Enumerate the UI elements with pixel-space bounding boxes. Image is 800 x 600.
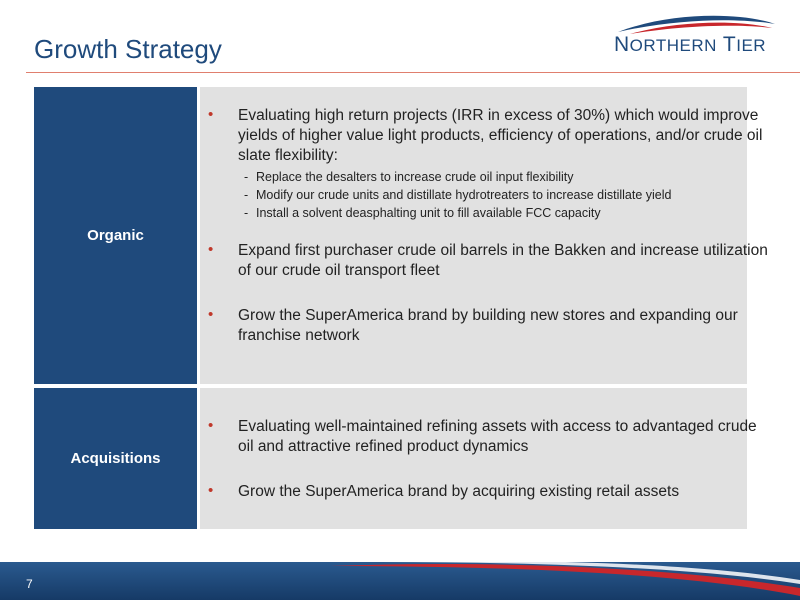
table-row-organic: Organic • Evaluating high return project… (34, 87, 768, 384)
list-item: • Grow the SuperAmerica brand by acquiri… (208, 482, 770, 502)
logo-letter-t: T (722, 33, 737, 56)
bullet-text: Evaluating high return projects (IRR in … (238, 107, 763, 164)
sub-list-item: - Install a solvent deasphalting unit to … (238, 204, 770, 222)
sub-bullet-text: Modify our crude units and distillate hy… (256, 188, 672, 202)
dash-icon: - (244, 188, 249, 202)
title-divider (26, 72, 800, 73)
bullet-text: Grow the SuperAmerica brand by building … (238, 307, 738, 344)
logo-word-orthern: ORTHERN (629, 36, 717, 55)
table-row-acquisitions: Acquisitions • Evaluating well-maintaine… (34, 388, 757, 529)
logo-word-ier: IER (736, 36, 767, 55)
bullet-text: Expand first purchaser crude oil barrels… (238, 242, 768, 279)
list-item: • Evaluating well-maintained refining as… (208, 417, 770, 457)
page-number: 7 (26, 577, 33, 591)
list-item: • Expand first purchaser crude oil barre… (208, 241, 770, 281)
row-content-organic: • Evaluating high return projects (IRR i… (200, 87, 768, 384)
sub-bullet-list: - Replace the desalters to increase crude… (238, 168, 770, 222)
row-content-acquisitions: • Evaluating well-maintained refining as… (200, 388, 757, 529)
bullet-text: Grow the SuperAmerica brand by acquiring… (238, 483, 680, 500)
bullet-dot-icon: • (208, 482, 214, 499)
bullet-dot-icon: • (208, 306, 214, 323)
slide-title: Growth Strategy (34, 34, 222, 64)
sub-list-item: - Modify our crude units and distillate h… (238, 186, 770, 204)
list-item: • Evaluating high return projects (IRR i… (208, 106, 770, 222)
bullet-text: Evaluating well-maintained refining asse… (238, 418, 757, 455)
logo-wordmark: NORTHERN TIER (614, 33, 766, 57)
row-label-acquisitions: Acquisitions (34, 388, 197, 529)
sub-bullet-text: Replace the desalters to increase crude … (256, 170, 574, 184)
sub-list-item: - Replace the desalters to increase crude… (238, 168, 770, 186)
sub-bullet-text: Install a solvent deasphalting unit to f… (256, 206, 601, 220)
bullet-dot-icon: • (208, 417, 214, 434)
list-item: • Grow the SuperAmerica brand by buildin… (208, 306, 770, 346)
bullet-dot-icon: • (208, 106, 214, 123)
dash-icon: - (244, 170, 249, 184)
footer-banner (0, 560, 800, 600)
dash-icon: - (244, 206, 249, 220)
bullet-dot-icon: • (208, 241, 214, 258)
logo-letter-n: N (614, 33, 630, 56)
row-label-organic: Organic (34, 87, 197, 384)
